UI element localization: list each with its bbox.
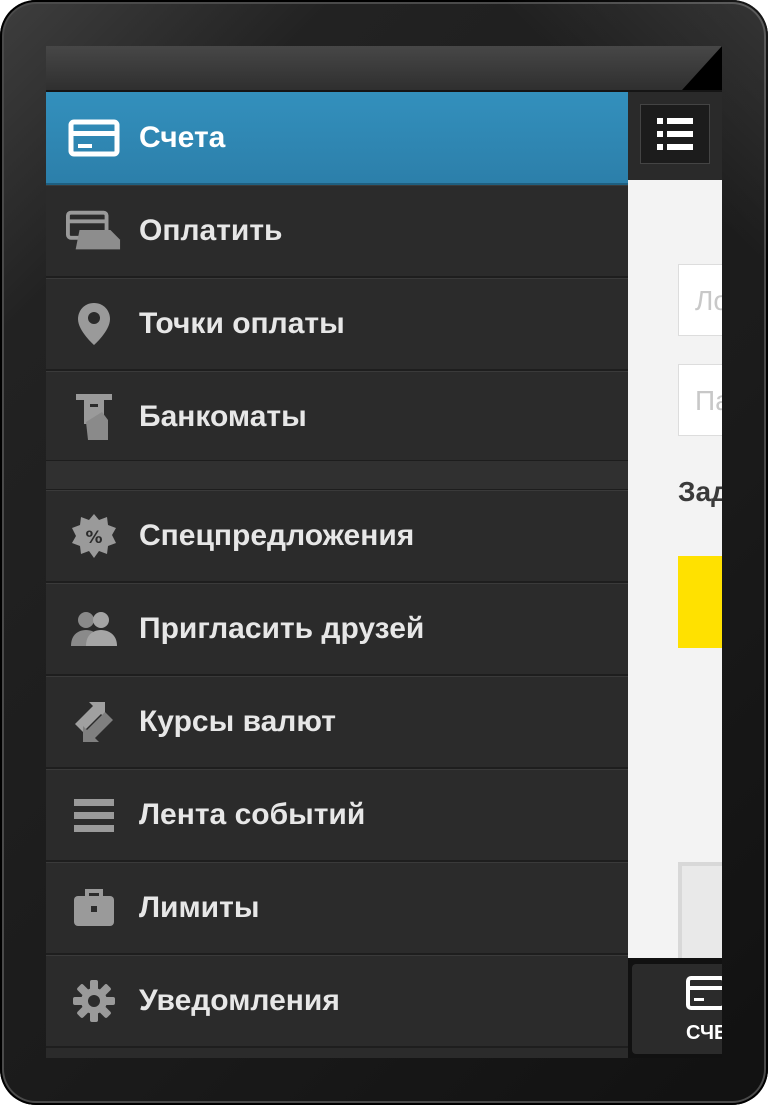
menu-item-limits[interactable]: Лимиты (46, 862, 628, 955)
briefcase-icon (66, 884, 122, 932)
menu-item-label: Курсы валют (139, 705, 336, 738)
people-icon (66, 605, 122, 653)
percent-badge-icon: % (66, 512, 122, 560)
content-top-bar (628, 92, 722, 180)
tab-accounts[interactable]: СЧЕТ (632, 964, 722, 1054)
payment-icon (66, 207, 122, 255)
menu-item-event-feed[interactable]: Лента событий (46, 769, 628, 862)
password-input[interactable]: Па (678, 364, 722, 436)
yellow-action-button[interactable] (678, 556, 722, 648)
menu-item-special-offers[interactable]: % Спецпредложения (46, 490, 628, 583)
status-bar (46, 46, 722, 92)
card-icon (686, 976, 722, 1010)
task-label: Зад (678, 476, 722, 507)
menu-item-label: Банкоматы (139, 400, 307, 433)
menu-item-invite-friends[interactable]: Пригласить друзей (46, 583, 628, 676)
login-input[interactable]: Ло (678, 264, 722, 336)
menu-item-label: Лимиты (139, 891, 260, 924)
menu-separator (46, 460, 628, 490)
menu-item-atms[interactable]: Банкоматы (46, 371, 628, 464)
navigation-drawer: Счета Оплатить Точки оплаты Банкоматы % … (46, 92, 628, 1058)
status-bar-corner (682, 46, 722, 90)
menu-item-pay[interactable]: Оплатить (46, 185, 628, 278)
menu-item-label: Точки оплаты (139, 307, 345, 340)
screen: Ло Па Зад СЧЕТ (46, 46, 722, 1058)
list-icon-row (657, 144, 709, 150)
menu-item-notifications[interactable]: Уведомления (46, 955, 628, 1048)
list-icon (657, 118, 709, 124)
menu-item-label: Спецпредложения (139, 519, 415, 552)
menu-item-exchange-rates[interactable]: Курсы валют (46, 676, 628, 769)
secondary-button[interactable] (678, 862, 722, 966)
svg-text:%: % (85, 528, 102, 548)
exchange-arrows-icon (66, 698, 122, 746)
main-content: Ло Па Зад СЧЕТ (628, 92, 722, 1058)
menu-item-accounts[interactable]: Счета (46, 92, 628, 185)
tab-label: СЧЕТ (686, 1022, 722, 1044)
feed-lines-icon (66, 791, 122, 839)
menu-item-label: Счета (139, 120, 226, 154)
card-icon (66, 114, 122, 162)
gear-icon (66, 977, 122, 1025)
menu-item-payment-points[interactable]: Точки оплаты (46, 278, 628, 371)
menu-item-label: Уведомления (139, 984, 340, 1017)
bottom-tab-bar: СЧЕТ (628, 958, 722, 1058)
list-icon-row (657, 131, 709, 137)
atm-icon (66, 393, 122, 441)
menu-item-label: Лента событий (139, 798, 366, 831)
location-pin-icon (66, 300, 122, 348)
menu-toggle-button[interactable] (640, 104, 710, 164)
menu-item-label: Оплатить (139, 214, 283, 247)
menu-item-label: Пригласить друзей (139, 612, 425, 645)
